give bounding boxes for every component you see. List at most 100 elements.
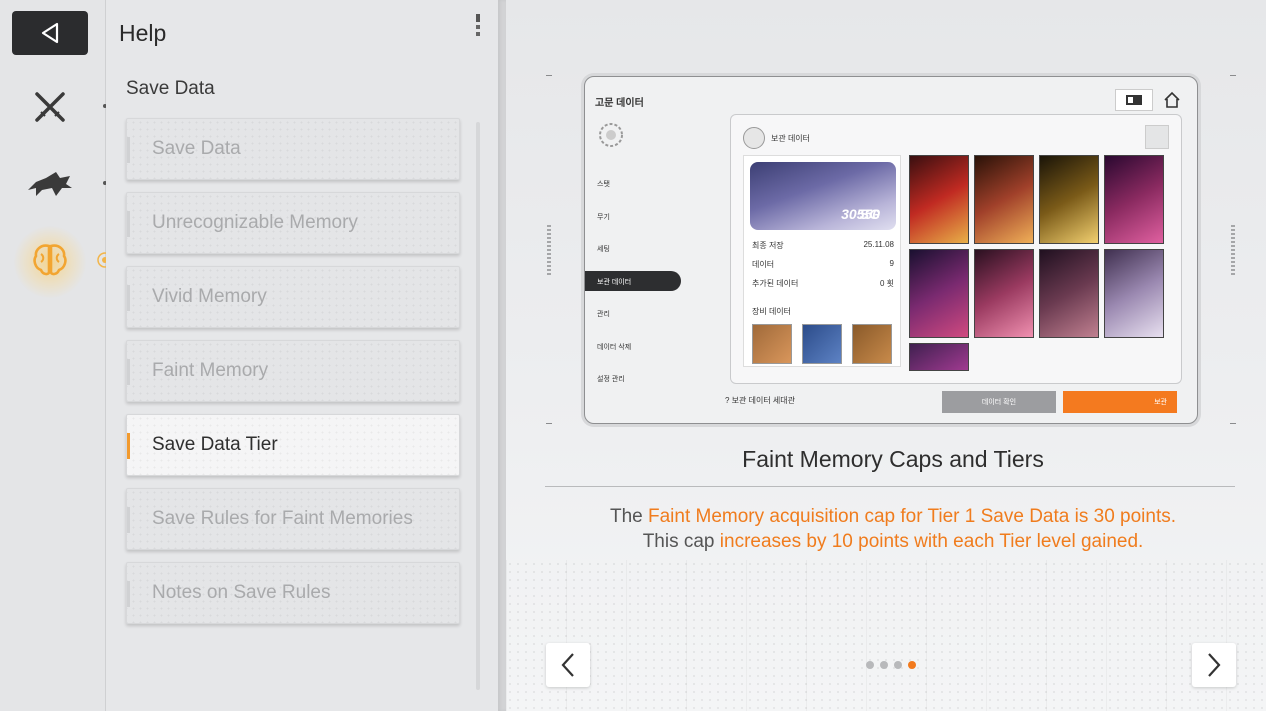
weapon-slot xyxy=(852,324,892,364)
item-bar xyxy=(127,581,130,607)
stat-label: 추가된 데이터 xyxy=(752,279,799,288)
page-indicator xyxy=(866,661,916,669)
brain-icon xyxy=(33,244,67,276)
wolf-icon xyxy=(28,172,72,196)
page-dot[interactable] xyxy=(880,661,888,669)
rail-item-combat[interactable] xyxy=(20,82,80,132)
preview-stat-row: 추가된 데이터 0 횟 xyxy=(752,278,894,289)
caption-highlight: increases by 10 points with each Tier le… xyxy=(719,531,1139,552)
back-button[interactable] xyxy=(12,11,88,55)
topic-label: Save Rules for Faint Memories xyxy=(152,508,413,529)
badge-icon xyxy=(743,127,765,149)
memory-card xyxy=(974,249,1034,338)
topic-save-rules-faint[interactable]: Save Rules for Faint Memories xyxy=(126,488,460,550)
memory-card xyxy=(974,155,1034,244)
frame-tick xyxy=(546,75,552,76)
rail-item-companion[interactable] xyxy=(20,158,80,208)
frame-dash xyxy=(1231,225,1235,275)
topic-label: Unrecognizable Memory xyxy=(152,212,358,233)
preview-banner: 30550 SG xyxy=(750,162,896,230)
preview-menu: 스탯 무기 세팅 보관 데이터 관리 데이터 삭제 설정 관리 xyxy=(585,179,681,407)
frame-dash xyxy=(547,225,551,275)
page-dot-current[interactable] xyxy=(908,661,916,669)
caption-line-2: This cap increases by 10 points with eac… xyxy=(506,529,1266,554)
preview-menu-item: 무기 xyxy=(597,213,610,221)
caption-line-1: The Faint Memory acquisition cap for Tie… xyxy=(506,504,1266,529)
frame-tick xyxy=(1230,423,1236,424)
frame-tick xyxy=(1230,75,1236,76)
topic-label: Notes on Save Rules xyxy=(152,582,331,603)
item-bar xyxy=(127,433,130,459)
frame-tick xyxy=(546,423,552,424)
preview-confirm-button: 데이터 확인 xyxy=(942,391,1056,413)
memory-card xyxy=(1104,249,1164,338)
memory-card xyxy=(1039,155,1099,244)
memory-card xyxy=(1104,155,1164,244)
topic-notes-save-rules[interactable]: Notes on Save Rules xyxy=(126,562,460,624)
caption-text: The xyxy=(609,506,648,527)
preview-weapons-label: 장비 데이터 xyxy=(752,306,894,317)
caption-highlight: Faint Memory acquisition cap for Tier 1 … xyxy=(648,506,1171,527)
stat-label: 데이터 xyxy=(752,260,775,269)
preview-footer: ? 보관 데이터 세대관 xyxy=(725,396,795,405)
caption-text: . xyxy=(1170,506,1177,527)
topic-faint-memory[interactable]: Faint Memory xyxy=(126,340,460,402)
prev-page-button[interactable] xyxy=(546,643,590,687)
page-dot[interactable] xyxy=(894,661,902,669)
stat-value: 0 횟 xyxy=(879,279,894,288)
item-bar xyxy=(127,507,130,533)
back-triangle-icon xyxy=(41,22,59,44)
caption-text: . xyxy=(1138,531,1144,552)
preview-main-panel: 보관 데이터 30550 SG 최종 저장 25.11.08 데이터 9 추가된… xyxy=(730,114,1182,384)
page-dot[interactable] xyxy=(866,661,874,669)
preview-top-icons xyxy=(1115,89,1181,111)
preview-menu-item: 스탯 xyxy=(597,181,610,188)
page-title: Help xyxy=(119,20,167,46)
preview-stat-row: 최종 저장 25.11.08 xyxy=(752,240,894,251)
memory-card xyxy=(909,155,969,244)
lock-icon xyxy=(1145,125,1169,149)
item-bar xyxy=(127,359,130,385)
help-topic-list: Save Data Unrecognizable Memory Vivid Me… xyxy=(126,118,460,636)
preview-weapon-slots xyxy=(752,324,892,364)
chevron-right-icon xyxy=(1208,653,1221,677)
memory-card xyxy=(1039,249,1099,338)
preview-panel-title: 보관 데이터 xyxy=(771,133,811,143)
caption-divider xyxy=(545,486,1235,487)
topic-save-data-tier[interactable]: Save Data Tier xyxy=(126,414,460,476)
id-card-icon xyxy=(1115,89,1153,111)
preview-menu-item: 관리 xyxy=(597,311,610,318)
stat-value: 25.11.08 xyxy=(863,240,894,249)
preview-panel-header: 보관 데이터 xyxy=(743,127,810,149)
banner-unit: SG xyxy=(859,206,880,222)
stat-label: 최종 저장 xyxy=(752,241,784,250)
memory-card xyxy=(909,249,969,338)
preview-menu-item-selected: 보관 데이터 xyxy=(585,270,681,310)
topic-label: Save Data xyxy=(152,138,241,159)
topic-label: Vivid Memory xyxy=(152,286,267,307)
preview-card-grid xyxy=(909,155,1171,371)
topic-unrecognizable-memory[interactable]: Unrecognizable Memory xyxy=(126,192,460,254)
crossed-swords-icon xyxy=(35,92,65,122)
topic-vivid-memory[interactable]: Vivid Memory xyxy=(126,266,460,328)
home-icon xyxy=(1164,91,1180,108)
weapons-label: 장비 데이터 xyxy=(752,307,792,316)
preview-menu-item: 데이터 삭제 xyxy=(597,343,632,351)
emblem-icon xyxy=(599,123,623,147)
more-options-icon[interactable] xyxy=(472,14,484,40)
preview-window-title: 고문 데이터 xyxy=(595,98,644,109)
item-bar xyxy=(127,137,130,163)
chevron-left-icon xyxy=(561,653,574,677)
topic-label: Save Data Tier xyxy=(152,434,278,455)
topic-save-data[interactable]: Save Data xyxy=(126,118,460,180)
caption-title: Faint Memory Caps and Tiers xyxy=(742,446,1044,472)
next-page-button[interactable] xyxy=(1192,643,1236,687)
tutorial-image: 고문 데이터 스탯 무기 세팅 보관 데이터 관리 데이터 삭제 설정 관리 보… xyxy=(584,76,1198,424)
list-scrollbar[interactable] xyxy=(476,122,480,690)
caption-body: The Faint Memory acquisition cap for Tie… xyxy=(506,504,1266,554)
rail-item-memory[interactable] xyxy=(20,235,80,285)
preview-menu-label: 보관 데이터 xyxy=(597,278,632,286)
memory-card xyxy=(909,343,969,371)
topic-label: Faint Memory xyxy=(152,360,269,381)
weapon-slot xyxy=(752,324,792,364)
